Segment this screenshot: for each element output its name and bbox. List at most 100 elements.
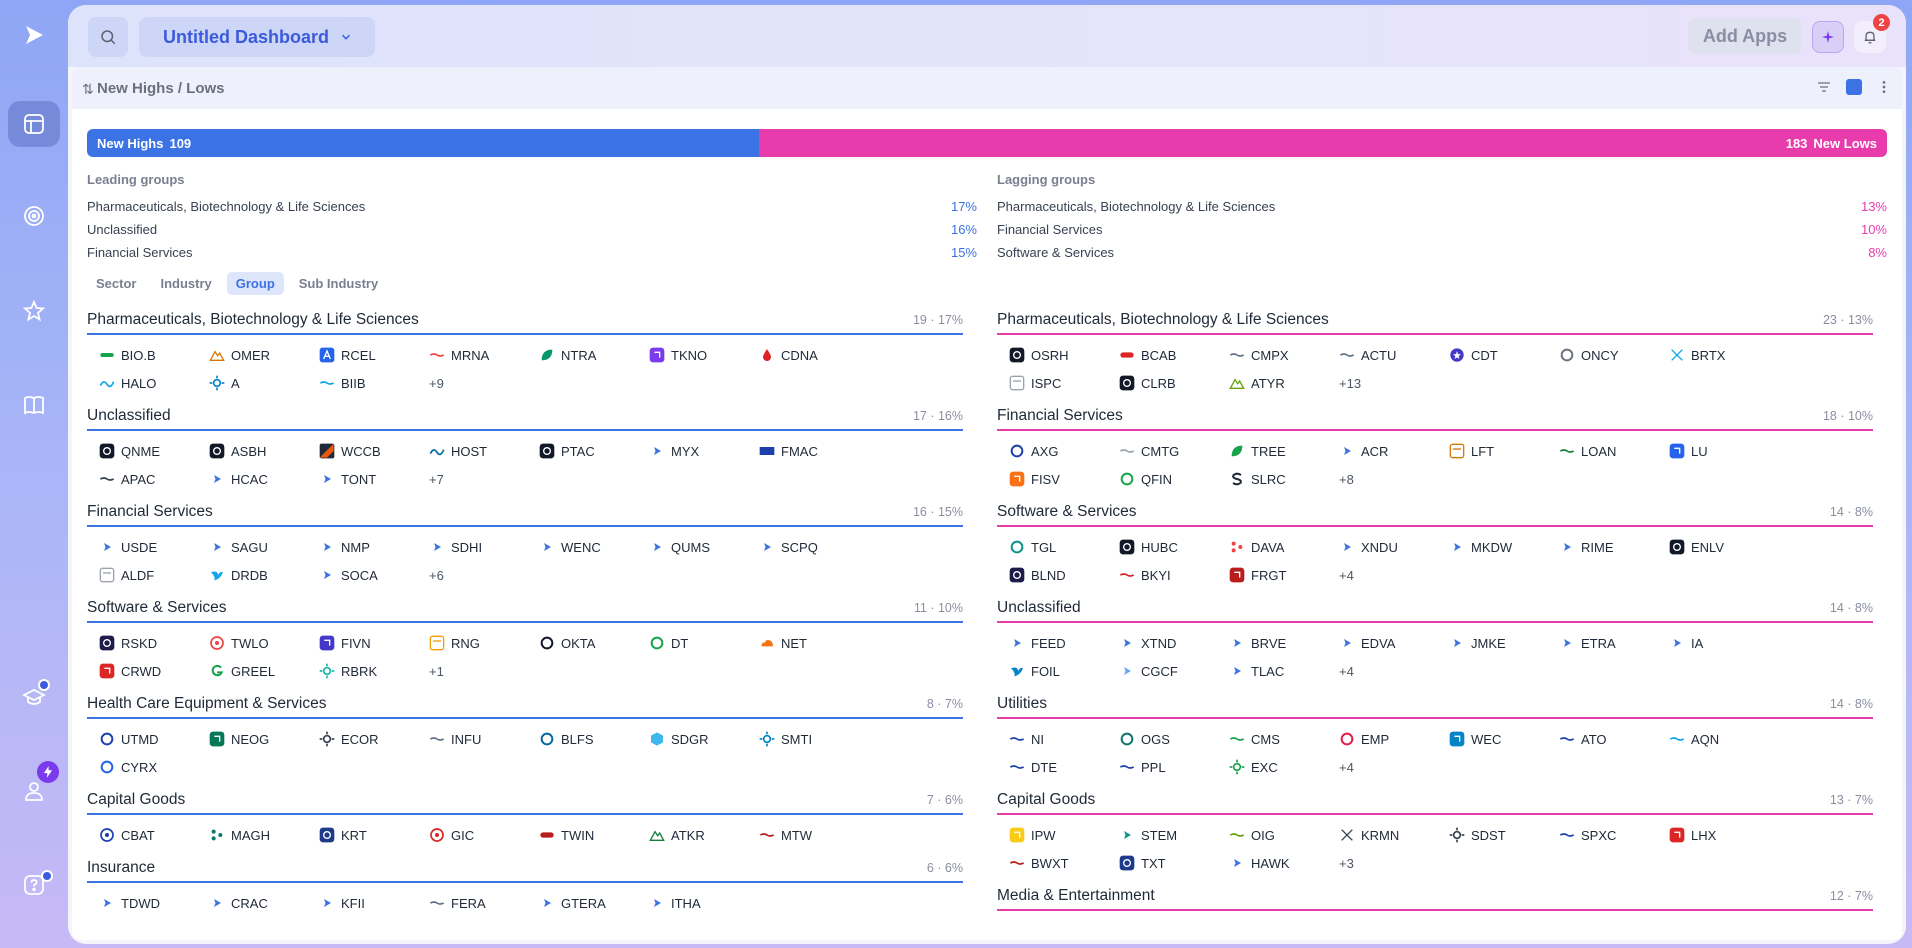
ticker-chip[interactable]: SDHI <box>429 533 539 561</box>
group-section-header[interactable]: Unclassified 17 · 16% <box>87 403 963 431</box>
ticker-chip[interactable]: TGL <box>1009 533 1119 561</box>
ticker-chip[interactable]: DRDB <box>209 561 319 589</box>
ticker-chip[interactable]: ATO <box>1559 725 1669 753</box>
ticker-chip[interactable]: ETRA <box>1559 629 1669 657</box>
ticker-chip[interactable]: HALO <box>99 369 209 397</box>
ticker-chip[interactable]: LHX <box>1669 821 1779 849</box>
logo-icon[interactable] <box>8 12 60 58</box>
ticker-chip[interactable]: EMP <box>1339 725 1449 753</box>
more-tickers-button[interactable]: +6 <box>429 561 539 589</box>
more-tickers-button[interactable]: +7 <box>429 465 539 493</box>
ticker-chip[interactable]: DTE <box>1009 753 1119 781</box>
group-section-header[interactable]: Unclassified 14 · 8% <box>997 595 1873 623</box>
more-vertical-icon[interactable] <box>1876 79 1892 95</box>
more-tickers-button[interactable]: +8 <box>1339 465 1449 493</box>
ticker-chip[interactable]: SDST <box>1449 821 1559 849</box>
group-section-header[interactable]: Pharmaceuticals, Biotechnology & Life Sc… <box>87 307 963 335</box>
ticker-chip[interactable]: ACR <box>1339 437 1449 465</box>
ticker-chip[interactable]: OIG <box>1229 821 1339 849</box>
ticker-chip[interactable]: KRMN <box>1339 821 1449 849</box>
group-section-header[interactable]: Software & Services 11 · 10% <box>87 595 963 623</box>
ticker-chip[interactable]: DT <box>649 629 759 657</box>
ticker-chip[interactable]: EXC <box>1229 753 1339 781</box>
ticker-chip[interactable]: OGS <box>1119 725 1229 753</box>
ticker-chip[interactable]: CYRX <box>99 753 209 781</box>
ticker-chip[interactable]: SPXC <box>1559 821 1669 849</box>
ticker-chip[interactable]: QNME <box>99 437 209 465</box>
ticker-chip[interactable]: RBRK <box>319 657 429 685</box>
ticker-chip[interactable]: WENC <box>539 533 649 561</box>
ticker-chip[interactable]: GIC <box>429 821 539 849</box>
more-tickers-button[interactable]: +13 <box>1339 369 1449 397</box>
ticker-chip[interactable]: QFIN <box>1119 465 1229 493</box>
ticker-chip[interactable]: EDVA <box>1339 629 1449 657</box>
ticker-chip[interactable]: FOIL <box>1009 657 1119 685</box>
help-icon[interactable] <box>8 862 60 908</box>
ticker-chip[interactable]: CGCF <box>1119 657 1229 685</box>
ticker-chip[interactable]: INFU <box>429 725 539 753</box>
ticker-chip[interactable]: APAC <box>99 465 209 493</box>
tab-industry[interactable]: Industry <box>151 272 220 295</box>
add-apps-button[interactable]: Add Apps <box>1688 18 1802 54</box>
ticker-chip[interactable]: AQN <box>1669 725 1779 753</box>
ticker-chip[interactable]: NTRA <box>539 341 649 369</box>
ticker-chip[interactable]: PPL <box>1119 753 1229 781</box>
ticker-chip[interactable]: WCCB <box>319 437 429 465</box>
ticker-chip[interactable]: IA <box>1669 629 1779 657</box>
ticker-chip[interactable]: CMS <box>1229 725 1339 753</box>
ticker-chip[interactable]: CLRB <box>1119 369 1229 397</box>
ticker-chip[interactable]: TREE <box>1229 437 1339 465</box>
tab-sector[interactable]: Sector <box>87 272 145 295</box>
ticker-chip[interactable]: NMP <box>319 533 429 561</box>
ticker-chip[interactable]: A <box>209 369 319 397</box>
ticker-chip[interactable]: RIME <box>1559 533 1669 561</box>
ticker-chip[interactable]: CRWD <box>99 657 209 685</box>
ticker-chip[interactable]: BWXT <box>1009 849 1119 877</box>
ticker-chip[interactable]: LFT <box>1449 437 1559 465</box>
ticker-chip[interactable]: PTAC <box>539 437 649 465</box>
ticker-chip[interactable]: AXG <box>1009 437 1119 465</box>
ticker-chip[interactable]: CMTG <box>1119 437 1229 465</box>
ticker-chip[interactable]: NEOG <box>209 725 319 753</box>
ticker-chip[interactable]: ASBH <box>209 437 319 465</box>
group-section-header[interactable]: Insurance 6 · 6% <box>87 855 963 883</box>
ticker-chip[interactable]: RNG <box>429 629 539 657</box>
ticker-chip[interactable]: FRGT <box>1229 561 1339 589</box>
ticker-chip[interactable]: JMKE <box>1449 629 1559 657</box>
ticker-chip[interactable]: FERA <box>429 889 539 917</box>
ticker-chip[interactable]: TWIN <box>539 821 649 849</box>
ticker-chip[interactable]: SLRC <box>1229 465 1339 493</box>
ticker-chip[interactable]: TONT <box>319 465 429 493</box>
ticker-chip[interactable]: NET <box>759 629 869 657</box>
ticker-chip[interactable]: ENLV <box>1669 533 1779 561</box>
ticker-chip[interactable]: ATYR <box>1229 369 1339 397</box>
group-section-header[interactable]: Capital Goods 7 · 6% <box>87 787 963 815</box>
ticker-chip[interactable]: FIVN <box>319 629 429 657</box>
ticker-chip[interactable]: BKYI <box>1119 561 1229 589</box>
search-button[interactable] <box>88 17 128 57</box>
ticker-chip[interactable]: ONCY <box>1559 341 1669 369</box>
learn-icon[interactable] <box>8 675 60 721</box>
ticker-chip[interactable]: MRNA <box>429 341 539 369</box>
ticker-chip[interactable]: OKTA <box>539 629 649 657</box>
ticker-chip[interactable]: USDE <box>99 533 209 561</box>
ticker-chip[interactable]: FEED <box>1009 629 1119 657</box>
ticker-chip[interactable]: TDWD <box>99 889 209 917</box>
ai-sparkle-button[interactable] <box>1812 21 1844 53</box>
ticker-chip[interactable]: BRTX <box>1669 341 1779 369</box>
ticker-chip[interactable]: LU <box>1669 437 1779 465</box>
star-icon[interactable] <box>8 288 60 334</box>
ticker-chip[interactable]: CDNA <box>759 341 869 369</box>
ticker-chip[interactable]: BCAB <box>1119 341 1229 369</box>
ticker-chip[interactable]: ACTU <box>1339 341 1449 369</box>
ticker-chip[interactable]: ISPC <box>1009 369 1119 397</box>
ticker-chip[interactable]: BIIB <box>319 369 429 397</box>
more-tickers-button[interactable]: +4 <box>1339 561 1449 589</box>
ticker-chip[interactable]: TKNO <box>649 341 759 369</box>
ticker-chip[interactable]: BRVE <box>1229 629 1339 657</box>
ticker-chip[interactable]: LOAN <box>1559 437 1669 465</box>
more-tickers-button[interactable]: +4 <box>1339 657 1449 685</box>
ticker-chip[interactable]: HAWK <box>1229 849 1339 877</box>
ticker-chip[interactable]: MKDW <box>1449 533 1559 561</box>
more-tickers-button[interactable]: +4 <box>1339 753 1449 781</box>
